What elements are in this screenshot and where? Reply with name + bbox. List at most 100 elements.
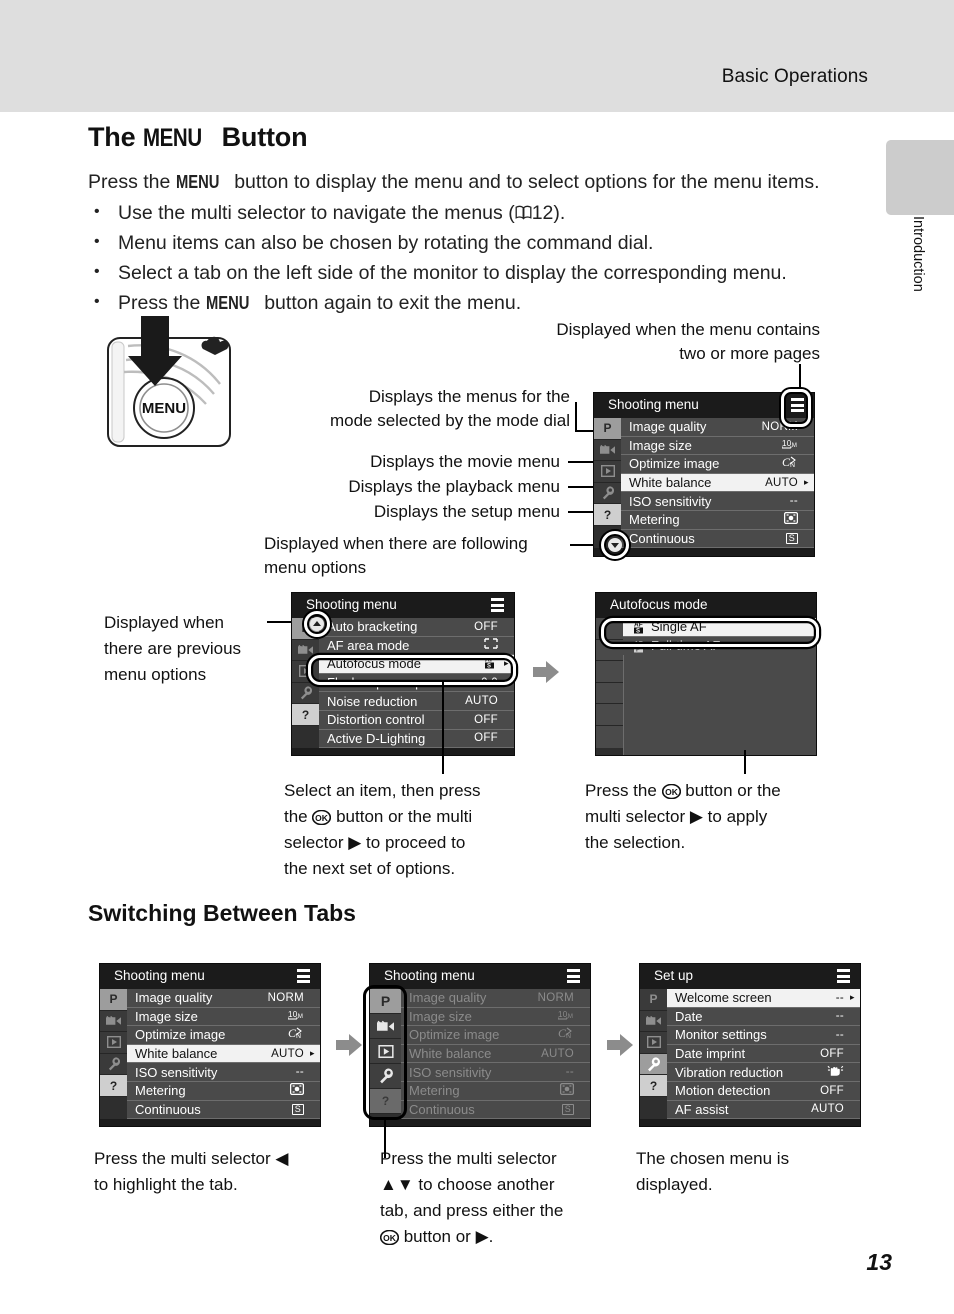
menu-row[interactable]: Active D-Lighting OFF <box>319 729 514 749</box>
menu-row-label: ISO sensitivity <box>135 1064 218 1080</box>
tab-column[interactable]: P ? <box>292 618 319 749</box>
sidebar-item-setup[interactable] <box>594 482 621 505</box>
af-single-icon: AF S <box>627 620 651 634</box>
caption-line-3: the selection. <box>585 833 686 852</box>
sidebar-item-setup[interactable] <box>292 682 319 705</box>
menu-row[interactable]: ISO sensitivity -- <box>621 492 814 511</box>
sidebar-item-movie[interactable] <box>594 439 621 462</box>
option-row-selected[interactable]: AF S Single AF <box>623 618 816 637</box>
caption-line-2b: to choose another <box>413 1175 555 1194</box>
sidebar-item-help[interactable]: ? <box>640 1075 667 1097</box>
menu-rows[interactable]: Auto bracketing OFF AF area mode Autofocu… <box>319 618 514 749</box>
sidebar-item-setup[interactable] <box>596 682 623 705</box>
menu-row[interactable]: Continuous S <box>127 1100 320 1120</box>
sidebar-item-help[interactable]: ? <box>370 1089 401 1114</box>
menu-row-selected[interactable]: Welcome screen -- ▸ <box>667 989 860 1008</box>
menu-row[interactable]: Metering <box>621 510 814 530</box>
svg-text:F: F <box>636 647 640 652</box>
sidebar-item-shooting[interactable]: P <box>640 989 667 1011</box>
menu-row[interactable]: Metering <box>401 1081 590 1101</box>
sidebar-item-help[interactable] <box>596 704 623 726</box>
menu-row[interactable]: Flash exp. comp. 0.0 <box>319 673 514 693</box>
menu-row[interactable]: Metering <box>127 1081 320 1101</box>
sidebar-item-setup[interactable] <box>100 1053 127 1076</box>
sidebar-item-movie[interactable] <box>640 1010 667 1033</box>
menu-row[interactable]: Vibration reduction <box>667 1063 860 1082</box>
menu-row[interactable]: Image size 10 M <box>621 436 814 456</box>
ok-button-icon: OK <box>312 809 332 826</box>
sidebar-item-setup[interactable] <box>370 1064 401 1089</box>
menu-row[interactable]: Motion detection OFF <box>667 1081 860 1101</box>
menu-row[interactable]: Image size 10 M <box>401 1007 590 1027</box>
sidebar-item-movie[interactable] <box>596 639 623 662</box>
sidebar-item-playback[interactable] <box>596 661 623 683</box>
menu-row[interactable]: White balance AUTO <box>401 1044 590 1064</box>
sidebar-item-setup[interactable] <box>640 1053 667 1076</box>
tab-column[interactable]: P ? <box>370 989 401 1120</box>
screen-title: Shooting menu <box>370 964 590 989</box>
menu-row-selected[interactable]: Autofocus mode AF S ▸ <box>319 655 514 674</box>
sidebar-item-playback[interactable] <box>100 1032 127 1054</box>
screen-tabs-step2[interactable]: Shooting menu P ? Image quality NORM Imag… <box>369 963 591 1127</box>
sidebar-item-shooting[interactable]: P <box>594 418 621 440</box>
tab-column[interactable]: P ? <box>640 989 667 1120</box>
page-title-post: Button <box>214 122 308 152</box>
tab-column[interactable]: P ? <box>100 989 127 1120</box>
menu-row[interactable]: AF area mode <box>319 636 514 656</box>
sidebar-item-help[interactable]: ? <box>100 1075 127 1097</box>
menu-row[interactable]: Date -- <box>667 1007 860 1027</box>
af-single-icon: AF S <box>464 655 504 672</box>
menu-row[interactable]: ISO sensitivity -- <box>127 1063 320 1082</box>
menu-row[interactable]: Continuous S <box>401 1100 590 1120</box>
menu-row-value: -- <box>789 495 798 508</box>
sidebar-item-movie[interactable] <box>370 1014 401 1039</box>
menu-row[interactable]: ISO sensitivity -- <box>401 1063 590 1082</box>
menu-row[interactable]: Date imprint OFF <box>667 1044 860 1064</box>
menu-row[interactable]: AF assist AUTO <box>667 1100 860 1120</box>
sidebar-item-help[interactable]: ? <box>594 504 621 526</box>
sidebar-item-playback[interactable] <box>640 1032 667 1054</box>
sidebar-item-help[interactable]: ? <box>292 704 319 726</box>
menu-rows[interactable]: Image quality NORM Image size 10 M Optimize… <box>401 989 590 1120</box>
screen-setup-menu[interactable]: Set up P ? Welcome screen -- ▸ Date -- Moni… <box>639 963 861 1127</box>
menu-row-selected[interactable]: White balance AUTO ▸ <box>127 1044 320 1064</box>
menu-row-label: Metering <box>135 1083 186 1099</box>
sidebar-item-movie[interactable] <box>292 639 319 662</box>
option-rows[interactable]: AF S Single AF AF F Full-time AF <box>623 618 816 755</box>
sidebar-item-shooting[interactable]: P <box>370 989 401 1014</box>
menu-rows[interactable]: Welcome screen -- ▸ Date -- Monitor setting… <box>667 989 860 1120</box>
leader-mode-dial-v <box>575 402 577 432</box>
menu-row[interactable]: Distortion control OFF <box>319 710 514 730</box>
menu-row[interactable]: Continuous S <box>621 529 814 549</box>
menu-row-selected[interactable]: White balance AUTO ▸ <box>621 473 814 493</box>
sidebar-item-shooting[interactable]: P <box>100 989 127 1011</box>
wrench-icon <box>602 486 614 500</box>
movie-camera-icon <box>106 1015 121 1025</box>
screen-tabs-step1[interactable]: Shooting menu P ? Image quality NORM Imag… <box>99 963 321 1127</box>
menu-row[interactable]: Noise reduction AUTO <box>319 692 514 711</box>
menu-row[interactable]: Image quality NORM <box>127 989 320 1008</box>
proceed-arrow-icon-2 <box>336 1034 362 1056</box>
bullet-item-3: Select a tab on the left side of the mon… <box>88 257 888 288</box>
menu-rows[interactable]: Image quality NORM Image size 10 M Optimize… <box>621 418 814 549</box>
menu-rows[interactable]: Image quality NORM Image size 10 M Optimize… <box>127 989 320 1120</box>
menu-row[interactable]: Optimize image C N <box>621 455 814 474</box>
menu-row[interactable]: Optimize image C N <box>401 1026 590 1045</box>
sidebar-item-movie[interactable] <box>100 1010 127 1033</box>
menu-row[interactable]: Auto bracketing OFF <box>319 618 514 637</box>
screen-autofocus-mode[interactable]: Autofocus mode AF S Single AF AF F Full-ti… <box>595 592 817 756</box>
bullet-1-text-a: Use the multi selector to navigate the m… <box>118 202 515 224</box>
optimize-image-icon: CN <box>270 1026 310 1042</box>
sidebar-item-playback[interactable] <box>594 461 621 483</box>
sidebar-item-playback[interactable] <box>292 661 319 683</box>
menu-row[interactable]: Monitor settings -- <box>667 1026 860 1045</box>
caption-select-item: Select an item, then press the OK button… <box>284 778 534 882</box>
menu-row[interactable]: Optimize image C N <box>127 1026 320 1045</box>
menu-row[interactable]: Image quality NORM <box>401 989 590 1008</box>
sidebar-item-playback[interactable] <box>370 1039 401 1064</box>
menu-row[interactable]: Image size 10 M <box>127 1007 320 1027</box>
tab-column[interactable] <box>596 618 623 755</box>
option-row[interactable]: AF F Full-time AF <box>623 636 816 656</box>
tab-column[interactable]: P ? <box>594 418 621 549</box>
sidebar-item-shooting[interactable] <box>596 618 623 640</box>
